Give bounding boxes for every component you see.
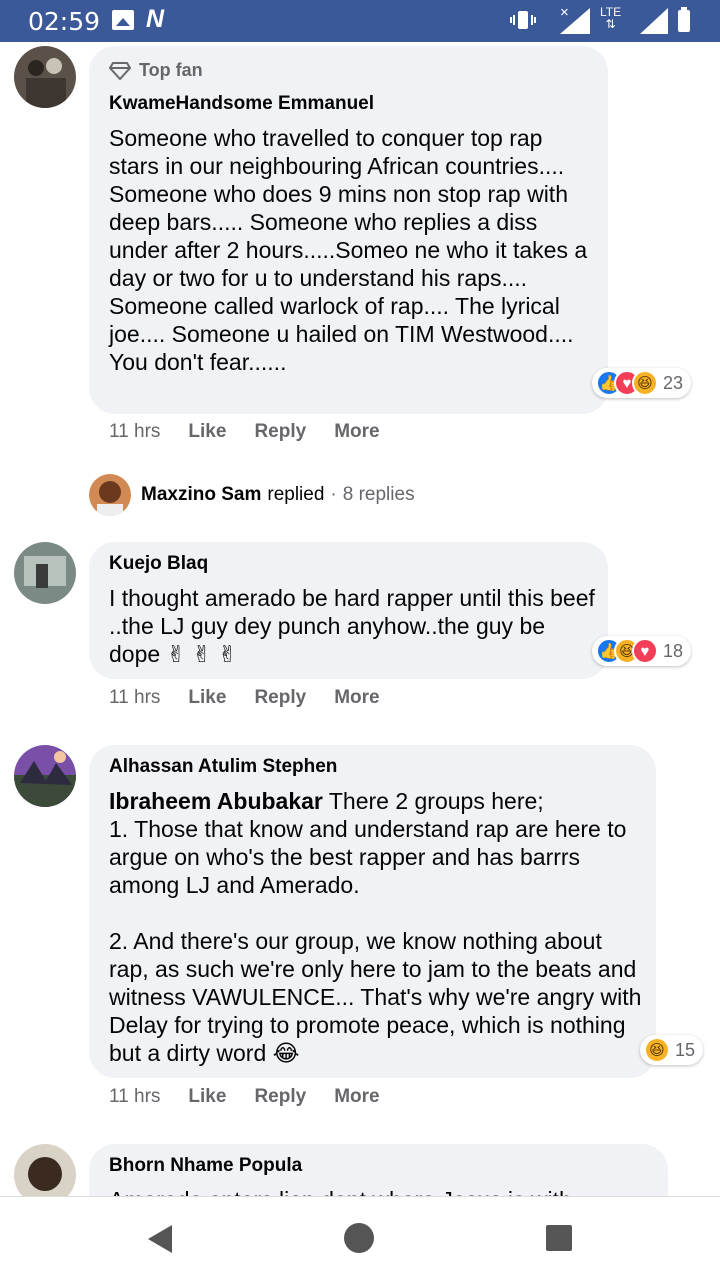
comment-author[interactable]: Alhassan Atulim Stephen xyxy=(109,756,337,778)
more-button[interactable]: More xyxy=(334,687,379,709)
reply-button[interactable]: Reply xyxy=(254,687,306,709)
no-data-icon: × xyxy=(560,4,569,21)
top-fan-badge: Top fan xyxy=(109,60,203,81)
comment-text: I thought amerado be hard rapper until t… xyxy=(109,585,602,667)
diamond-icon xyxy=(109,61,131,80)
like-button[interactable]: Like xyxy=(188,1086,226,1108)
reply-button[interactable]: Reply xyxy=(254,421,306,443)
comment-bubble[interactable]: Top fan KwameHandsome Emmanuel Someone w… xyxy=(89,46,608,414)
avatar[interactable] xyxy=(14,542,76,604)
back-icon[interactable] xyxy=(148,1225,172,1253)
vibrate-icon xyxy=(510,11,536,29)
more-button[interactable]: More xyxy=(334,421,379,443)
mention-link[interactable]: Ibraheem Abubakar xyxy=(109,788,323,814)
love-reaction-icon: ♥ xyxy=(632,638,658,664)
reaction-summary[interactable]: 👍 ♥ 😆 23 xyxy=(592,368,692,398)
battery-icon xyxy=(678,7,690,32)
comment-text: Amerado enters lion dent where Jesus is … xyxy=(109,1186,649,1196)
haha-reaction-icon: 😆 xyxy=(632,370,658,396)
navigation-bar xyxy=(0,1196,720,1281)
haha-reaction-icon: 😆 xyxy=(644,1037,670,1063)
reply-author: Maxzino Sam xyxy=(141,484,262,505)
avatar[interactable] xyxy=(14,46,76,108)
comment-text: Ibraheem Abubakar There 2 groups here; 1… xyxy=(109,788,642,1066)
nfc-icon: N xyxy=(146,5,165,33)
lte-indicator: LTE ⇅ xyxy=(600,5,622,31)
comment-time: 11 hrs xyxy=(109,687,161,708)
comment-actions: 11 hrs Like Reply More xyxy=(109,687,380,709)
comment-bubble[interactable]: Kuejo Blaq I thought amerado be hard rap… xyxy=(89,542,608,679)
reply-avatar xyxy=(89,474,131,516)
status-bar: 02:59 N × LTE ⇅ xyxy=(0,0,720,42)
more-button[interactable]: More xyxy=(334,1086,379,1108)
avatar[interactable] xyxy=(14,1144,76,1196)
reaction-count: 18 xyxy=(663,640,684,661)
signal-strength-icon xyxy=(640,8,668,34)
home-icon[interactable] xyxy=(344,1223,374,1253)
comment: Bhorn Nhame Popula Amerado enters lion d… xyxy=(0,1144,720,1196)
comment-author[interactable]: Kuejo Blaq xyxy=(109,553,208,575)
reaction-summary[interactable]: 😆 15 xyxy=(640,1035,704,1065)
reply-verb: replied xyxy=(267,484,325,505)
comment-bubble[interactable]: Alhassan Atulim Stephen Ibraheem Abubaka… xyxy=(89,745,656,1078)
avatar[interactable] xyxy=(14,745,76,807)
comment-text: Someone who travelled to conquer top rap… xyxy=(109,125,594,375)
comment-time: 11 hrs xyxy=(109,1086,161,1107)
comment-time: 11 hrs xyxy=(109,421,161,442)
reaction-summary[interactable]: 👍 😆 ♥ 18 xyxy=(592,636,692,666)
comment-author[interactable]: Bhorn Nhame Popula xyxy=(109,1155,302,1177)
comment-author[interactable]: KwameHandsome Emmanuel xyxy=(109,93,374,115)
status-time: 02:59 xyxy=(28,7,101,36)
reaction-count: 15 xyxy=(675,1039,696,1060)
reply-count: 8 replies xyxy=(342,484,415,505)
gallery-notification-icon xyxy=(112,10,134,30)
like-button[interactable]: Like xyxy=(188,687,226,709)
comment-actions: 11 hrs Like Reply More xyxy=(109,421,380,443)
reaction-count: 23 xyxy=(663,372,684,393)
recent-apps-icon[interactable] xyxy=(546,1225,572,1251)
replies-summary[interactable]: Maxzino Sam replied · 8 replies xyxy=(89,474,415,516)
separator: · xyxy=(330,484,337,505)
comment-actions: 11 hrs Like Reply More xyxy=(109,1086,380,1108)
reply-button[interactable]: Reply xyxy=(254,1086,306,1108)
like-button[interactable]: Like xyxy=(188,421,226,443)
comment-bubble[interactable]: Bhorn Nhame Popula Amerado enters lion d… xyxy=(89,1144,668,1196)
